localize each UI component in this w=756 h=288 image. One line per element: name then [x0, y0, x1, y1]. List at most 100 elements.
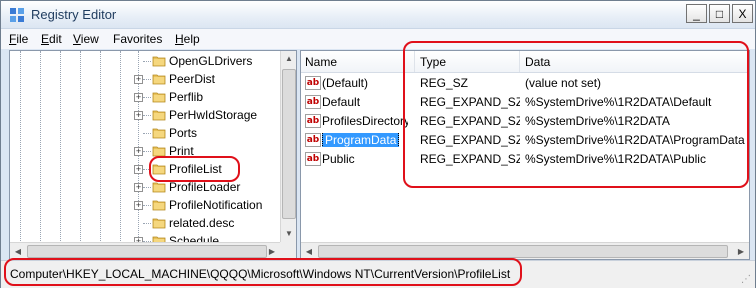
- minimize-button[interactable]: _: [686, 4, 707, 23]
- scroll-right-icon[interactable]: ▶: [733, 243, 749, 259]
- tree-item[interactable]: + ProfileNotification: [10, 196, 280, 215]
- column-header-type[interactable]: Type: [420, 55, 446, 69]
- folder-icon: [152, 74, 166, 85]
- scroll-right-icon[interactable]: ▶: [264, 243, 280, 259]
- tree-item-label: PerHwIdStorage: [169, 108, 258, 122]
- tree-connector: [143, 223, 151, 224]
- value-type: REG_EXPAND_SZ: [420, 133, 520, 147]
- menu-favorites[interactable]: Favorites: [113, 32, 162, 46]
- string-value-icon: ab: [305, 95, 321, 109]
- registry-value-row[interactable]: ab (Default) REG_SZ (value not set): [301, 74, 749, 93]
- tree-item[interactable]: + ProfileList: [10, 160, 280, 179]
- values-list-pane[interactable]: Name Type Data ab (Default) REG_SZ (value n…: [300, 50, 750, 260]
- value-name: Public: [322, 152, 355, 166]
- tree-item-label: OpenGLDrivers: [169, 54, 253, 68]
- status-bar: Computer\HKEY_LOCAL_MACHINE\QQQQ\Microso…: [1, 260, 755, 288]
- list-hscroll-thumb[interactable]: [318, 245, 728, 258]
- scroll-left-icon[interactable]: ◀: [301, 243, 317, 259]
- tree-item-label: ProfileLoader: [169, 180, 241, 194]
- value-type: REG_SZ: [420, 76, 469, 90]
- expand-plus-icon[interactable]: +: [134, 183, 143, 192]
- menu-file[interactable]: File: [9, 32, 28, 46]
- string-value-icon: ab: [305, 133, 321, 147]
- menu-view[interactable]: View: [73, 32, 99, 46]
- tree-vertical-scrollbar[interactable]: ▲ ▼: [280, 51, 296, 242]
- tree-connector: [143, 115, 151, 116]
- value-name: ProfilesDirectory: [322, 114, 408, 128]
- registry-editor-icon: [10, 8, 24, 22]
- tree-item[interactable]: related.desc: [10, 214, 280, 233]
- tree-connector: [143, 151, 151, 152]
- value-data: %SystemDrive%\1R2DATA\Default: [525, 95, 712, 109]
- menu-help[interactable]: Help: [175, 32, 200, 46]
- expand-plus-icon[interactable]: +: [134, 201, 143, 210]
- registry-editor-window: Registry Editor _ □ X File Edit View Fav…: [0, 0, 756, 288]
- value-type: REG_EXPAND_SZ: [420, 114, 520, 128]
- column-divider[interactable]: [414, 51, 415, 72]
- tree-item[interactable]: + Perflib: [10, 88, 280, 107]
- expand-plus-icon[interactable]: +: [134, 111, 143, 120]
- tree-item-label: PeerDist: [169, 72, 216, 86]
- close-button[interactable]: X: [732, 4, 753, 23]
- expand-plus-icon[interactable]: +: [134, 147, 143, 156]
- string-value-icon: ab: [305, 76, 321, 90]
- expand-plus-icon[interactable]: +: [134, 165, 143, 174]
- value-type: REG_EXPAND_SZ: [420, 152, 520, 166]
- scroll-up-icon[interactable]: ▲: [281, 51, 296, 67]
- tree-item[interactable]: + ProfileLoader: [10, 178, 280, 197]
- list-header: Name Type Data: [301, 51, 749, 73]
- tree-hscroll-thumb[interactable]: [27, 245, 267, 258]
- tree-connector: [143, 79, 151, 80]
- value-data: %SystemDrive%\1R2DATA\ProgramData: [525, 133, 745, 147]
- value-name: Default: [322, 95, 361, 109]
- column-header-name[interactable]: Name: [305, 55, 337, 69]
- tree-item[interactable]: + PeerDist: [10, 70, 280, 89]
- column-divider[interactable]: [519, 51, 520, 72]
- maximize-button[interactable]: □: [709, 4, 730, 23]
- value-data: %SystemDrive%\1R2DATA: [525, 114, 670, 128]
- value-name: ProgramData: [322, 133, 408, 147]
- value-data: (value not set): [525, 76, 602, 90]
- folder-icon: [152, 200, 166, 211]
- tree-horizontal-scrollbar[interactable]: ◀ ▶: [10, 242, 280, 259]
- column-header-data[interactable]: Data: [525, 55, 550, 69]
- folder-icon: [152, 182, 166, 193]
- tree-item-label: ProfileList: [169, 162, 222, 176]
- value-type: REG_EXPAND_SZ: [420, 95, 520, 109]
- tree-item-label: Ports: [169, 126, 198, 140]
- scroll-left-icon[interactable]: ◀: [10, 243, 26, 259]
- resize-grip-icon[interactable]: ⋰: [741, 274, 753, 286]
- current-key-path: Computer\HKEY_LOCAL_MACHINE\QQQQ\Microso…: [10, 267, 511, 281]
- folder-icon: [152, 92, 166, 103]
- expand-plus-icon[interactable]: +: [134, 93, 143, 102]
- tree-connector: [143, 133, 151, 134]
- tree-item[interactable]: Ports: [10, 124, 280, 143]
- scroll-down-icon[interactable]: ▼: [281, 226, 296, 242]
- registry-value-row[interactable]: ab ProfilesDirectory REG_EXPAND_SZ %SystemD…: [301, 112, 749, 131]
- string-value-icon: ab: [305, 152, 321, 166]
- value-name: (Default): [322, 76, 369, 90]
- list-horizontal-scrollbar[interactable]: ◀ ▶: [301, 242, 749, 259]
- tree-connector: [143, 205, 151, 206]
- registry-value-row[interactable]: ab ProgramData REG_EXPAND_SZ %SystemDrive%\…: [301, 131, 749, 150]
- registry-value-row[interactable]: ab Default REG_EXPAND_SZ %SystemDrive%\1R2D…: [301, 93, 749, 112]
- folder-icon: [152, 110, 166, 121]
- tree-item-label: related.desc: [169, 216, 235, 230]
- tree-item-label: Perflib: [169, 90, 204, 104]
- tree-connector: [143, 169, 151, 170]
- tree-item[interactable]: OpenGLDrivers: [10, 52, 280, 71]
- tree-item[interactable]: + Print: [10, 142, 280, 161]
- folder-icon: [152, 218, 166, 229]
- scroll-corner: [280, 242, 296, 259]
- key-tree-pane[interactable]: OpenGLDrivers + PeerDist + Perflib + PerHwIdSt…: [9, 50, 297, 260]
- menu-edit[interactable]: Edit: [41, 32, 62, 46]
- expand-plus-icon[interactable]: +: [134, 75, 143, 84]
- registry-value-row[interactable]: ab Public REG_EXPAND_SZ %SystemDrive%\1R2DA…: [301, 150, 749, 169]
- tree-item[interactable]: + PerHwIdStorage: [10, 106, 280, 125]
- tree-connector: [143, 187, 151, 188]
- tree-item-label: ProfileNotification: [169, 198, 263, 212]
- folder-icon: [152, 146, 166, 157]
- title-bar[interactable]: Registry Editor _ □ X: [1, 1, 755, 29]
- tree-item-label: Print: [169, 144, 194, 158]
- tree-scroll-thumb[interactable]: [282, 69, 296, 219]
